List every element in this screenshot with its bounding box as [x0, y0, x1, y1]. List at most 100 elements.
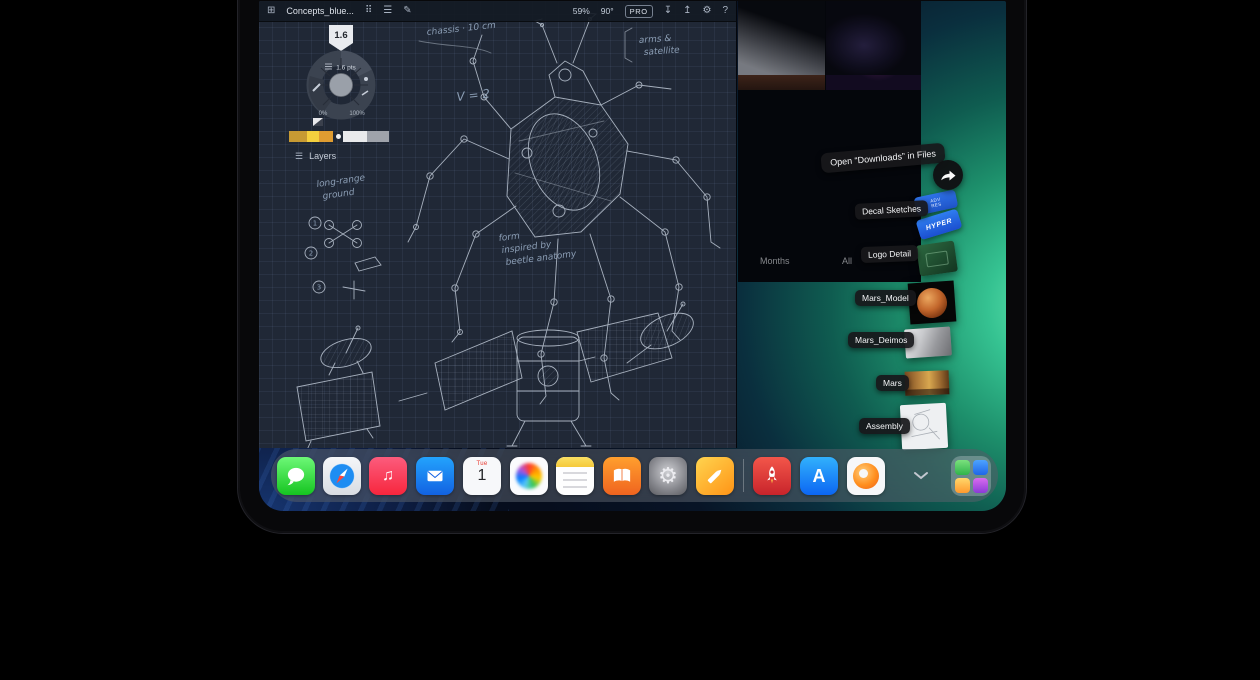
annotation-number-1: 1: [313, 220, 317, 228]
toolbar-left-group: ⊞ Concepts_blue... ⠿ ☰ ✎: [267, 6, 412, 16]
photos-scope-months[interactable]: Months: [760, 256, 790, 266]
layers-button[interactable]: ☰ Layers: [295, 151, 336, 161]
brush-tool-wheel[interactable]: 1.6 1.6 pts 0% 100%: [299, 23, 383, 127]
app-icon-safari[interactable]: [323, 457, 361, 495]
app-icon-app-store[interactable]: A: [800, 457, 838, 495]
drag-item-label[interactable]: Mars: [876, 375, 909, 391]
chevron-down-icon: [913, 471, 929, 480]
brush-size-label: 1.6 pts: [336, 65, 356, 72]
calendar-day: 1: [478, 468, 487, 484]
notes-line: [563, 479, 587, 481]
annotation-range-1: long-range: [316, 173, 366, 190]
color-swatch-bar[interactable]: [289, 131, 389, 142]
safari-compass-icon: [327, 461, 357, 491]
import-icon[interactable]: ↧: [664, 6, 672, 16]
toolbar-right-group: 59% 90° PRO ↧ ↥ ⚙ ?: [573, 5, 728, 18]
app-icon-mail[interactable]: [416, 457, 454, 495]
dock-hide-chevron[interactable]: [907, 464, 935, 486]
annotation-number-2: 2: [309, 250, 313, 258]
swatch-mustard[interactable]: [289, 131, 307, 142]
dock-divider: [743, 459, 744, 492]
swatch-gray[interactable]: [367, 131, 389, 142]
drag-thumbnail-mars[interactable]: [905, 370, 950, 396]
photos-dim-overlay: [738, 1, 921, 282]
app-icon-orange-circle[interactable]: [847, 457, 885, 495]
pro-badge[interactable]: PRO: [625, 5, 653, 18]
notes-line: [563, 472, 587, 474]
photos-flower-icon: [516, 463, 542, 489]
mini-app-icon-blue: [973, 460, 988, 475]
rocket-icon: [758, 462, 786, 490]
app-library-button[interactable]: [951, 456, 991, 496]
workspace-grid-icon[interactable]: ⊞: [267, 6, 275, 16]
swatch-yellow[interactable]: [307, 131, 319, 142]
swatch-selector-dot[interactable]: [336, 134, 341, 139]
drag-thumbnail-logo-detail[interactable]: [916, 241, 958, 277]
annotation-arms-2: satellite: [644, 45, 681, 58]
drag-item-label[interactable]: Mars_Model: [855, 290, 916, 306]
opacity-min-label: 0%: [319, 111, 328, 117]
sticker-text-res: RES: [931, 201, 942, 208]
mini-app-icon-yellow: [955, 478, 970, 493]
app-icon-calendar[interactable]: Tue 1: [463, 457, 501, 495]
notes-line: [563, 486, 587, 488]
music-note-icon: ♫: [382, 467, 394, 485]
drag-item-label[interactable]: Logo Detail: [861, 245, 919, 263]
swatch-gap: [333, 131, 343, 142]
app-icon-music[interactable]: ♫: [369, 457, 407, 495]
forward-arrow-icon: [939, 167, 957, 183]
orange-disc-icon: [853, 463, 879, 489]
annotation-number-3: 3: [317, 284, 321, 292]
brush-size-value: 1.6: [334, 30, 347, 41]
messages-bubble-icon: [283, 463, 309, 489]
settings-gear-glyph: ⚙: [658, 465, 678, 487]
drag-item-label[interactable]: Mars_Deimos: [848, 332, 914, 348]
app-icon-rocket[interactable]: [753, 457, 791, 495]
settings-gear-icon[interactable]: ⚙: [702, 6, 711, 16]
app-icon-settings[interactable]: ⚙: [649, 457, 687, 495]
export-icon[interactable]: ↥: [683, 6, 691, 16]
layers-menu-icon: ☰: [295, 152, 303, 161]
mail-envelope-icon: [423, 464, 447, 488]
layers-label: Layers: [309, 151, 336, 161]
pencil-icon: [700, 461, 730, 491]
drag-item-label[interactable]: Assembly: [859, 418, 910, 434]
mars-sphere: [916, 286, 948, 318]
annotation-dimension: chassis · 10 cm: [426, 21, 496, 38]
document-title[interactable]: Concepts_blue...: [286, 6, 354, 16]
app-icon-photos[interactable]: [510, 457, 548, 495]
sticker-text-hyper: HYPER: [925, 217, 953, 232]
concepts-toolbar: ⊞ Concepts_blue... ⠿ ☰ ✎ 59% 90° PRO ↧ ↥…: [259, 1, 736, 22]
pen-mode-icon[interactable]: ✎: [403, 6, 411, 16]
ipad-device: chassis · 10 cm arms & satellite V = 2 f…: [237, 0, 1027, 534]
swatch-white[interactable]: [343, 131, 367, 142]
app-icon-books[interactable]: [603, 457, 641, 495]
notes-yellow-band: [556, 457, 594, 467]
menu-icon[interactable]: ☰: [383, 6, 392, 16]
annotation-range-2: ground: [322, 188, 355, 202]
app-icon-sketch[interactable]: [696, 457, 734, 495]
open-book-icon: [609, 463, 635, 489]
app-icon-notes[interactable]: [556, 457, 594, 495]
photos-scope-all[interactable]: All: [842, 256, 852, 266]
annotation-arms-1: arms &: [639, 34, 672, 46]
orange-disc-highlight: [859, 469, 868, 478]
mini-app-icon-purple: [973, 478, 988, 493]
concepts-app-canvas[interactable]: chassis · 10 cm arms & satellite V = 2 f…: [259, 1, 737, 448]
swatch-orange[interactable]: [319, 131, 333, 142]
annotation-inspiration-1: form: [498, 231, 520, 244]
help-icon[interactable]: ?: [722, 6, 728, 16]
photos-app-panel[interactable]: Months All: [738, 1, 921, 282]
app-icon-messages[interactable]: [277, 457, 315, 495]
mini-app-icon-green: [955, 460, 970, 475]
opacity-max-label: 100%: [349, 111, 365, 117]
rotation-angle[interactable]: 90°: [601, 6, 614, 16]
dock: ♫ Tue 1: [271, 449, 998, 502]
ipad-screen: chassis · 10 cm arms & satellite V = 2 f…: [259, 1, 1006, 511]
snap-grid-icon[interactable]: ⠿: [365, 6, 372, 16]
share-forward-badge: [933, 160, 963, 190]
logo-sketch-marks: [925, 250, 949, 267]
zoom-level[interactable]: 59%: [573, 6, 590, 16]
drag-thumbnail-decal-stickers[interactable]: ADV RES HYPER: [912, 189, 969, 246]
annotation-version: V = 2: [456, 87, 491, 104]
